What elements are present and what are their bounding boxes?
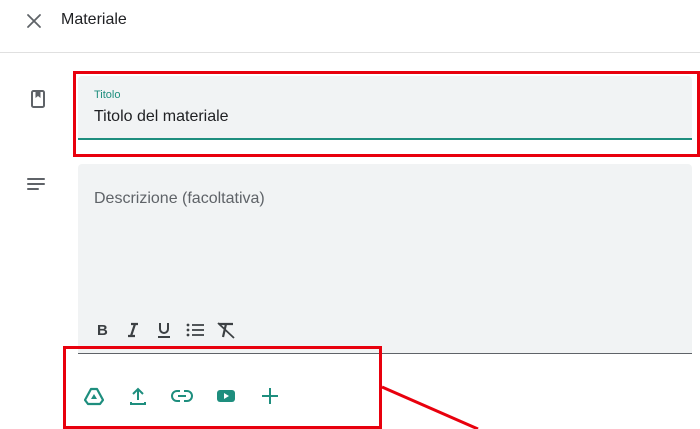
annotation-arrow: [381, 385, 479, 429]
